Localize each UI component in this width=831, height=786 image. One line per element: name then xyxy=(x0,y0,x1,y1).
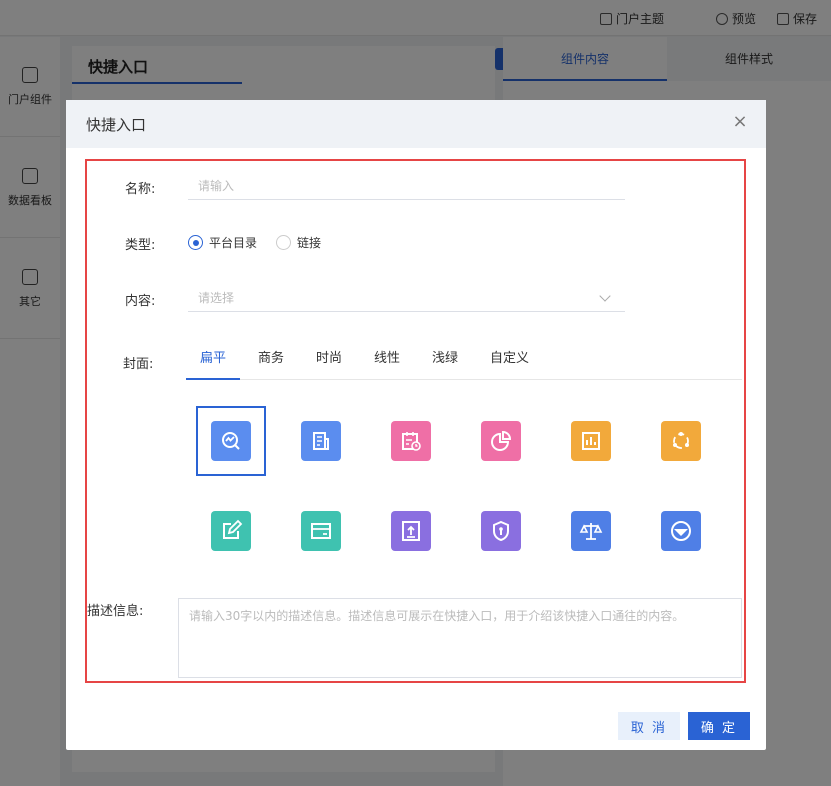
name-label: 名称: xyxy=(125,182,156,197)
cover-document[interactable] xyxy=(301,421,341,461)
close-icon[interactable]: × xyxy=(730,112,750,132)
cancel-button[interactable]: 取 消 xyxy=(618,712,680,740)
tab-light-green[interactable]: 浅绿 xyxy=(418,350,472,380)
content-select[interactable] xyxy=(188,284,625,312)
tab-flat[interactable]: 扁平 xyxy=(186,350,241,380)
cover-chart-search[interactable] xyxy=(211,421,251,461)
chart-search-icon xyxy=(222,432,240,450)
cover-balance[interactable] xyxy=(571,511,611,551)
cover-upload[interactable] xyxy=(391,511,431,551)
tab-business[interactable]: 商务 xyxy=(244,350,298,380)
edit-icon xyxy=(223,519,243,539)
network-icon xyxy=(673,432,689,449)
dialog-title: 快捷入口 xyxy=(86,116,147,134)
quick-entry-dialog: 快捷入口 × 名称: 类型: 平台目录 链接 内容: 封面: 扁平 商务 时尚 … xyxy=(66,100,766,750)
cover-style-tabs: 扁平 商务 时尚 线性 浅绿 自定义 xyxy=(186,344,742,380)
cover-steering[interactable] xyxy=(661,511,701,551)
confirm-button[interactable]: 确 定 xyxy=(688,712,750,740)
content-label: 内容: xyxy=(125,294,156,309)
description-textarea[interactable] xyxy=(178,598,742,678)
radio-label: 平台目录 xyxy=(209,236,258,250)
cover-card[interactable] xyxy=(301,511,341,551)
name-input[interactable] xyxy=(188,172,625,200)
radio-unchecked-icon xyxy=(276,235,291,250)
cover-edit[interactable] xyxy=(211,511,251,551)
card-icon xyxy=(311,523,331,539)
radio-platform-catalog[interactable]: 平台目录 xyxy=(188,234,257,251)
radio-checked-icon xyxy=(188,235,203,250)
bar-chart-icon xyxy=(582,432,600,450)
cover-shield[interactable] xyxy=(481,511,521,551)
document-icon xyxy=(313,432,329,450)
cover-calendar-clock[interactable] xyxy=(391,421,431,461)
calendar-clock-icon xyxy=(402,432,421,451)
pie-chart-icon xyxy=(491,430,512,451)
type-label: 类型: xyxy=(125,238,156,253)
tab-linear[interactable]: 线性 xyxy=(360,350,414,380)
description-label: 描述信息: xyxy=(87,604,144,619)
steering-icon xyxy=(671,521,691,541)
shield-icon xyxy=(493,520,509,542)
radio-label: 链接 xyxy=(297,236,322,250)
dialog-header: 快捷入口 × xyxy=(66,100,766,148)
cover-label: 封面: xyxy=(123,357,154,372)
radio-link[interactable]: 链接 xyxy=(276,234,321,251)
cover-bar-chart[interactable] xyxy=(571,421,611,461)
cover-pie-chart[interactable] xyxy=(481,421,521,461)
tab-fashion[interactable]: 时尚 xyxy=(302,350,356,380)
balance-icon xyxy=(579,523,603,540)
upload-icon xyxy=(402,521,420,541)
tab-custom[interactable]: 自定义 xyxy=(476,350,543,380)
cover-network[interactable] xyxy=(661,421,701,461)
